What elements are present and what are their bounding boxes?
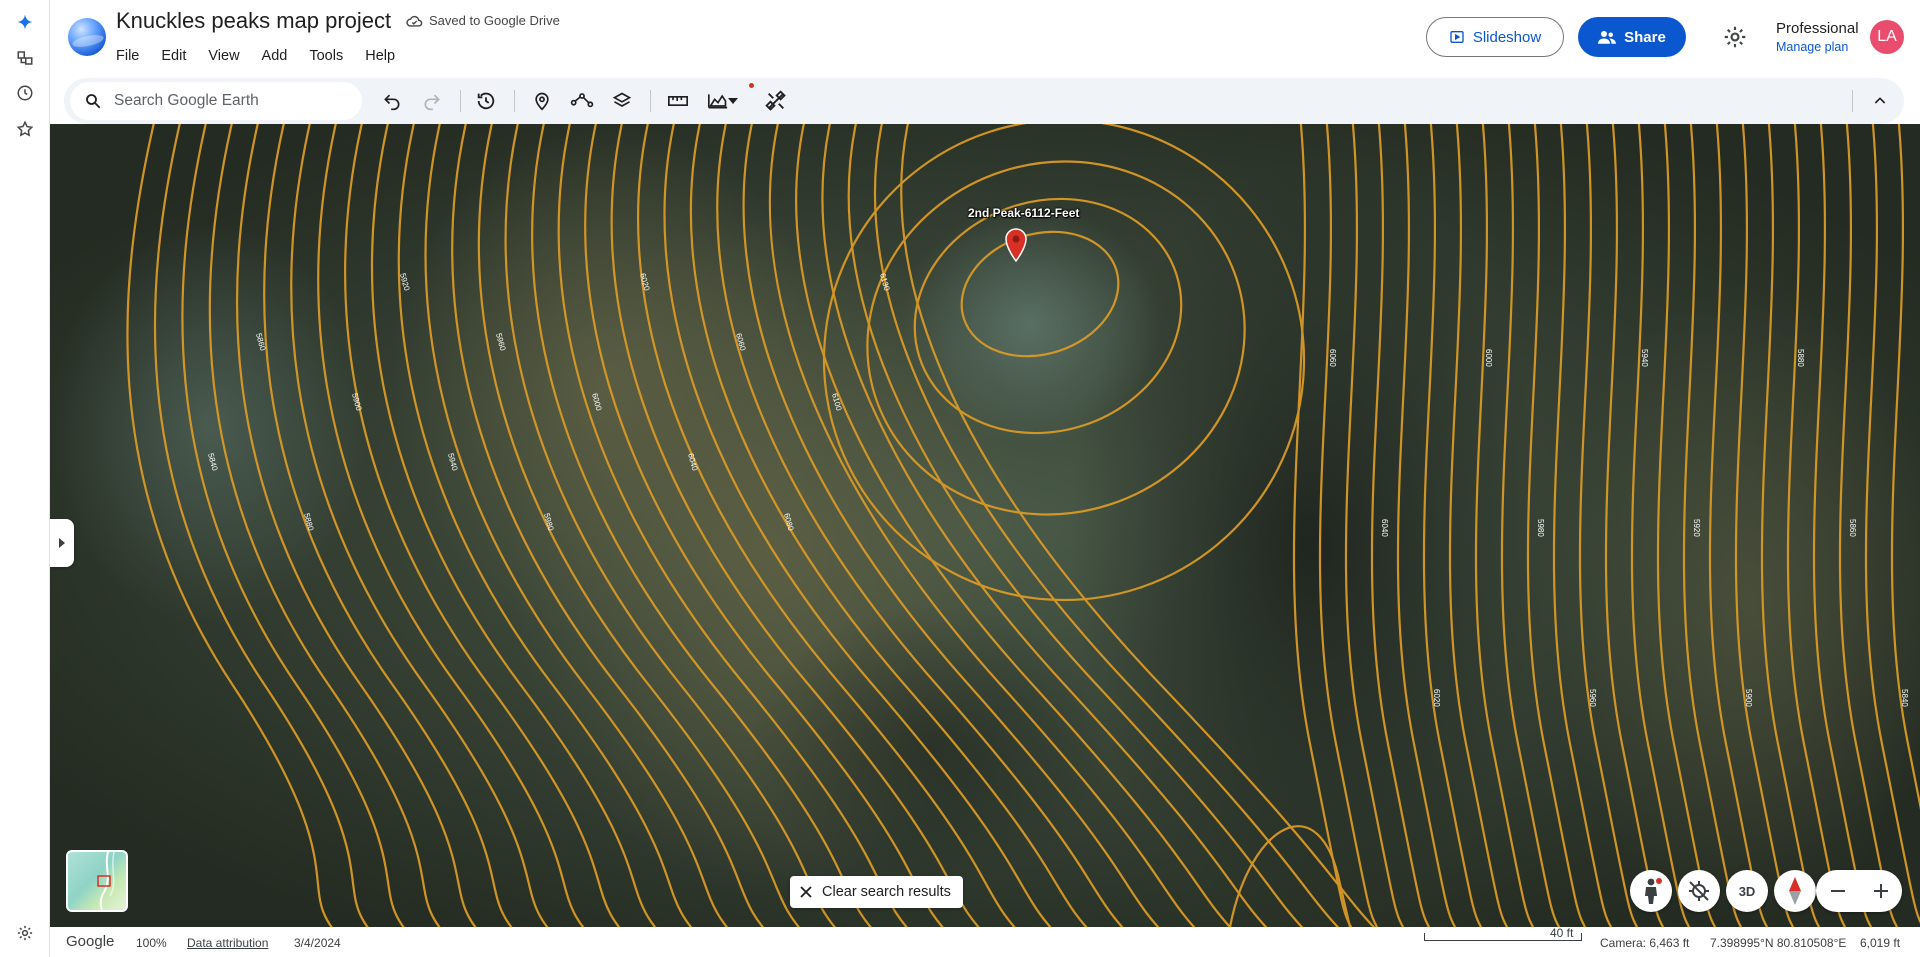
contour-label: 5900	[1744, 689, 1753, 707]
footer-settings-gear-icon[interactable]	[16, 924, 36, 944]
minimap-icon	[97, 852, 115, 910]
zoom-in-button[interactable]	[1859, 870, 1902, 912]
redo-icon	[420, 89, 444, 113]
path-icon[interactable]	[570, 89, 594, 113]
menu-help[interactable]: Help	[365, 48, 406, 64]
contour-label: 6060	[1328, 349, 1337, 367]
contour-label: 6020	[1432, 689, 1441, 707]
manage-plan-link[interactable]: Manage plan	[1776, 40, 1859, 54]
street-view-pegman-icon[interactable]	[1630, 870, 1672, 912]
search-icon	[86, 94, 101, 109]
contour-label: 5960	[1588, 689, 1597, 707]
cursor-elevation: 6,019 ft	[1860, 936, 1901, 950]
scale-label: 40 ft	[1550, 926, 1574, 940]
layers-icon[interactable]	[610, 89, 634, 113]
google-brand: Google	[66, 933, 115, 950]
contour-label: 5860	[1848, 519, 1857, 537]
search-input[interactable]	[114, 92, 344, 110]
people-icon	[1598, 31, 1617, 44]
menu-edit[interactable]: Edit	[161, 48, 197, 64]
gemini-sparkle-icon[interactable]	[13, 10, 37, 34]
placemark-label: 2nd Peak-6112-Feet	[968, 206, 1080, 220]
save-status: Saved to Google Drive	[406, 13, 560, 28]
contour-label: 5980	[1536, 519, 1545, 537]
data-tools-icon[interactable]	[764, 89, 788, 113]
placemark-icon[interactable]	[530, 89, 554, 113]
satellite-imagery[interactable]: 6130610060806060604060206000598059605940…	[50, 124, 1920, 927]
menu-view[interactable]: View	[208, 48, 250, 64]
close-icon	[800, 886, 812, 898]
chevron-right-icon	[59, 538, 65, 548]
contour-label: 5880	[1796, 349, 1805, 367]
camera-altitude: Camera: 6,463 ft	[1600, 936, 1690, 950]
cursor-coordinates: 7.398995°N 80.810508°E	[1710, 936, 1847, 950]
app-header: Knuckles peaks map project Saved to Goog…	[50, 0, 1920, 76]
toolbar-divider	[460, 90, 461, 112]
account-avatar[interactable]: LA	[1870, 20, 1904, 54]
zoom-out-button[interactable]	[1816, 870, 1859, 912]
favorites-star-icon[interactable]	[13, 117, 37, 141]
toolbar	[64, 78, 1904, 124]
view-mode-3d-button[interactable]: 3D	[1726, 870, 1768, 912]
recent-history-icon[interactable]	[13, 81, 37, 105]
minimap[interactable]	[66, 850, 128, 912]
plan-name: Professional	[1776, 20, 1859, 37]
menu-tools[interactable]: Tools	[309, 48, 354, 64]
contour-label: 5840	[1900, 689, 1909, 707]
history-icon[interactable]	[474, 89, 498, 113]
slideshow-icon	[1450, 31, 1464, 43]
settings-gear-icon[interactable]	[1722, 24, 1748, 50]
contour-label: 5920	[1692, 519, 1701, 537]
menu-add[interactable]: Add	[262, 48, 299, 64]
menu-bar: File Edit View Add Tools Help	[116, 48, 417, 64]
minus-icon	[1830, 890, 1845, 892]
google-earth-logo[interactable]	[68, 18, 106, 56]
slideshow-label: Slideshow	[1472, 28, 1542, 46]
map-view[interactable]: 6130 6100 6080 6060 6040 6020 6000 5980 5960 5940…	[50, 124, 1920, 927]
slideshow-button[interactable]: Slideshow	[1426, 17, 1564, 57]
location-disabled-icon[interactable]	[1678, 870, 1720, 912]
share-button[interactable]: Share	[1578, 17, 1686, 57]
pegman-dot	[1656, 878, 1662, 884]
plan-info: Professional Manage plan	[1776, 20, 1859, 54]
placemark-pin-icon[interactable]	[1004, 228, 1028, 262]
clear-search-results-button[interactable]: Clear search results	[790, 876, 963, 908]
share-label: Share	[1624, 28, 1666, 46]
projects-icon[interactable]	[13, 46, 37, 70]
toolbar-divider	[650, 90, 651, 112]
project-title[interactable]: Knuckles peaks map project	[116, 8, 391, 34]
left-rail	[0, 0, 50, 957]
compass-icon[interactable]	[1774, 870, 1816, 912]
collapse-icon[interactable]	[1868, 89, 1892, 113]
undo-icon[interactable]	[380, 89, 404, 113]
plus-icon	[1873, 884, 1888, 898]
contour-label: 5940	[1640, 349, 1649, 367]
notification-dot	[749, 83, 754, 88]
save-status-text: Saved to Google Drive	[429, 13, 560, 28]
menu-file[interactable]: File	[116, 48, 150, 64]
cloud-done-icon	[406, 15, 423, 27]
toolbar-divider	[1852, 90, 1853, 112]
status-bar: Google 100% Data attribution 3/4/2024 40…	[50, 926, 1920, 957]
expand-panel-button[interactable]	[50, 519, 74, 567]
toolbar-divider	[514, 90, 515, 112]
data-attribution-link[interactable]: Data attribution	[187, 936, 268, 950]
contour-label: 6040	[1380, 519, 1389, 537]
imagery-date: 3/4/2024	[294, 936, 341, 950]
zoom-controls	[1816, 870, 1902, 912]
chevron-down-icon[interactable]	[726, 89, 740, 113]
ruler-icon[interactable]	[666, 89, 690, 113]
clear-search-label: Clear search results	[822, 884, 951, 900]
search-box[interactable]	[70, 82, 362, 120]
contour-label: 6000	[1484, 349, 1493, 367]
zoom-percent: 100%	[136, 936, 167, 950]
